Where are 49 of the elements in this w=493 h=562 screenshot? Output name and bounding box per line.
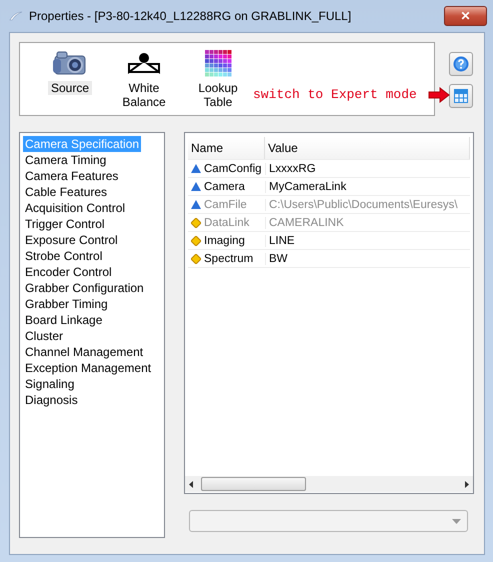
category-item[interactable]: Cluster [23,328,66,344]
help-button[interactable] [449,52,473,76]
category-item[interactable]: Cable Features [23,184,110,200]
annotation-text: switch to Expert mode [253,87,417,102]
category-item[interactable]: Exposure Control [23,232,120,248]
horizontal-scrollbar[interactable] [185,476,473,492]
property-name: Imaging [204,234,245,246]
category-item[interactable]: Channel Management [23,344,146,360]
property-name: CamFile [204,198,247,210]
property-name: CamConfig [204,162,262,174]
scroll-left-icon[interactable] [189,480,193,488]
color-grid-icon [203,48,233,78]
category-item[interactable]: Camera Features [23,168,120,184]
scroll-right-icon[interactable] [465,480,469,488]
close-button[interactable]: ✕ [444,6,487,26]
category-item[interactable]: Camera Timing [23,152,108,168]
category-item[interactable]: Exception Management [23,360,154,376]
window-title: Properties - [P3-80-12k40_L12288RG on GRABLINK_FULL] [29,9,352,23]
property-value: LINE [269,234,295,246]
arrow-icon [428,87,450,103]
property-value: MyCameraLink [269,180,346,192]
help-icon [453,56,469,72]
table-icon [453,88,469,104]
category-item[interactable]: Grabber Configuration [23,280,146,296]
category-item[interactable]: Diagnosis [23,392,80,408]
category-item[interactable]: Encoder Control [23,264,114,280]
balance-icon [128,52,160,74]
category-item[interactable]: Strobe Control [23,248,104,264]
column-header[interactable]: Name [188,137,265,159]
property-value: CAMERALINK [269,216,344,228]
toolbar-button[interactable]: Source [48,81,92,95]
property-value: BW [269,252,288,264]
toolbar-button[interactable]: Lookup Table [195,81,241,109]
category-item[interactable]: Grabber Timing [23,296,110,312]
category-item[interactable]: Board Linkage [23,312,104,328]
column-header[interactable]: Value [265,137,470,159]
property-name: Camera [204,180,245,192]
dropdown-arrow-icon [452,518,461,524]
expert-mode-button[interactable] [449,84,473,108]
app-icon [9,11,23,21]
property-name: Spectrum [204,252,254,264]
category-item[interactable]: Acquisition Control [23,200,128,216]
category-item[interactable]: Signaling [23,376,76,392]
property-value: C:\Users\Public\Documents\Euresys\ [269,198,458,210]
property-name: DataLink [204,216,250,228]
camera-icon [53,50,87,76]
toolbar-button[interactable]: White Balance [119,81,169,109]
category-item[interactable]: Trigger Control [23,216,107,232]
property-value: LxxxxRG [269,162,316,174]
